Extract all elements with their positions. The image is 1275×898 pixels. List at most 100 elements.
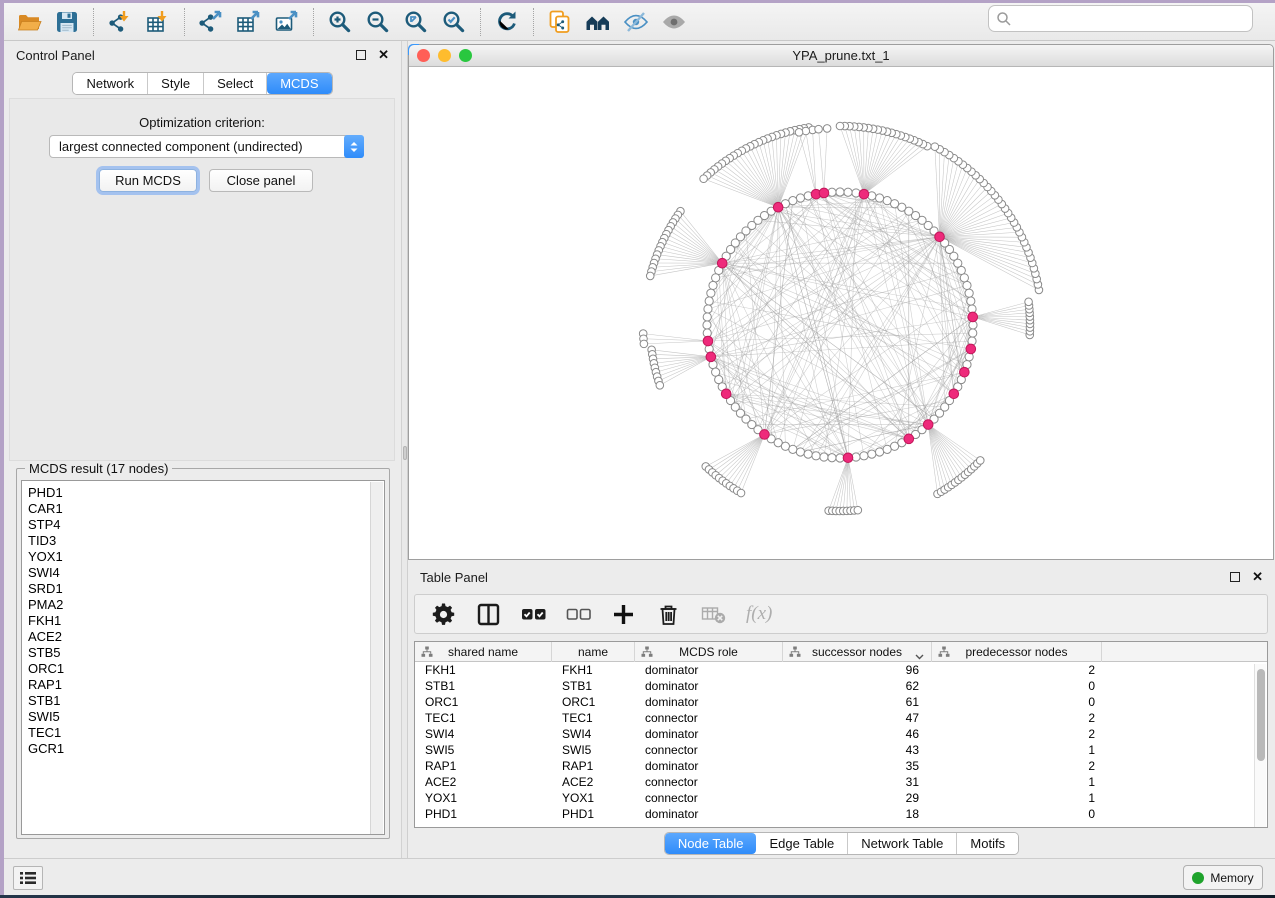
network-node[interactable] [854,506,862,514]
cell-predecessor-nodes[interactable]: 0 [932,694,1102,710]
table-row[interactable]: ORC1ORC1dominator610 [415,694,1267,710]
cell-predecessor-nodes[interactable]: 2 [932,662,1102,678]
cell-predecessor-nodes[interactable]: 2 [932,726,1102,742]
tab-motifs[interactable]: Motifs [957,833,1018,854]
table-row[interactable]: RAP1RAP1dominator352 [415,758,1267,774]
mcds-network-node[interactable] [904,434,914,444]
import-table-button[interactable] [139,6,177,38]
column-header-predecessor-nodes[interactable]: predecessor nodes [932,642,1102,662]
mcds-result-item[interactable]: TEC1 [22,725,384,741]
clone-network-button[interactable] [541,6,579,38]
tab-mcds[interactable]: MCDS [267,73,331,94]
export-network-button[interactable] [192,6,230,38]
mcds-result-item[interactable]: SWI5 [22,709,384,725]
mcds-network-node[interactable] [703,336,713,346]
delete-button[interactable] [656,599,681,629]
cell-shared-name[interactable]: FKH1 [415,662,552,678]
network-node[interactable] [883,197,891,205]
column-header-MCDS-role[interactable]: MCDS role [635,642,783,662]
network-node[interactable] [737,489,745,497]
mcds-result-item[interactable]: SWI4 [22,565,384,581]
mcds-network-node[interactable] [949,389,959,399]
mcds-network-node[interactable] [721,389,731,399]
cell-mcds-role[interactable]: dominator [635,758,783,774]
close-panel-button[interactable]: Close panel [209,169,313,192]
mcds-result-item[interactable]: ACE2 [22,629,384,645]
mcds-network-node[interactable] [968,312,978,322]
cell-successor-nodes[interactable]: 18 [783,806,932,822]
network-node[interactable] [836,122,844,130]
mcds-result-item[interactable]: STB1 [22,693,384,709]
cell-predecessor-nodes[interactable]: 0 [932,806,1102,822]
table-row[interactable]: FKH1FKH1dominator962 [415,662,1267,678]
save-button[interactable] [48,6,86,38]
cell-predecessor-nodes[interactable]: 2 [932,710,1102,726]
tab-network-table[interactable]: Network Table [848,833,957,854]
cell-successor-nodes[interactable]: 43 [783,742,932,758]
network-node[interactable] [789,445,797,453]
mcds-result-item[interactable]: PMA2 [22,597,384,613]
cell-successor-nodes[interactable]: 62 [783,678,932,694]
cell-successor-nodes[interactable]: 47 [783,710,932,726]
float-panel-icon[interactable] [356,50,366,60]
network-node[interactable] [844,188,852,196]
mcds-network-node[interactable] [773,202,783,212]
network-node[interactable] [967,297,975,305]
cell-mcds-role[interactable]: connector [635,790,783,806]
cell-successor-nodes[interactable]: 35 [783,758,932,774]
cell-successor-nodes[interactable]: 31 [783,774,932,790]
mcds-result-item[interactable]: FKH1 [22,613,384,629]
cell-name[interactable]: SWI4 [552,726,635,742]
tab-network[interactable]: Network [73,73,148,94]
cell-name[interactable]: SWI5 [552,742,635,758]
zoom-out-button[interactable] [359,6,397,38]
search-input[interactable] [1012,9,1252,29]
network-node[interactable] [804,450,812,458]
network-node[interactable] [828,454,836,462]
cell-mcds-role[interactable]: connector [635,710,783,726]
cell-name[interactable]: RAP1 [552,758,635,774]
cell-predecessor-nodes[interactable]: 2 [932,758,1102,774]
network-node[interactable] [704,305,712,313]
cell-mcds-role[interactable]: dominator [635,694,783,710]
result-list-scrollbar[interactable] [370,482,383,835]
table-row[interactable]: ACE2ACE2connector311 [415,774,1267,790]
table-scrollbar-thumb[interactable] [1257,669,1265,761]
cell-name[interactable]: ACE2 [552,774,635,790]
cell-name[interactable]: PHD1 [552,806,635,822]
network-node[interactable] [796,194,804,202]
network-node[interactable] [875,194,883,202]
network-node[interactable] [969,329,977,337]
zoom-selected-button[interactable] [435,6,473,38]
add-button[interactable] [611,599,636,629]
cell-shared-name[interactable]: ACE2 [415,774,552,790]
mcds-network-node[interactable] [760,430,770,440]
mcds-result-item[interactable]: SRD1 [22,581,384,597]
table-row[interactable]: SWI5SWI5connector431 [415,742,1267,758]
mcds-result-item[interactable]: RAP1 [22,677,384,693]
network-node[interactable] [1025,298,1033,306]
cell-name[interactable]: STB1 [552,678,635,694]
run-mcds-button[interactable]: Run MCDS [99,169,197,192]
cell-mcds-role[interactable]: dominator [635,806,783,822]
mcds-network-node[interactable] [935,232,945,242]
float-table-panel-icon[interactable] [1230,572,1240,582]
cell-mcds-role[interactable]: dominator [635,726,783,742]
cell-name[interactable]: TEC1 [552,710,635,726]
mcds-result-item[interactable]: STP4 [22,517,384,533]
mcds-result-item[interactable]: STB5 [22,645,384,661]
cell-predecessor-nodes[interactable]: 0 [932,678,1102,694]
network-node[interactable] [815,125,823,133]
cell-successor-nodes[interactable]: 96 [783,662,932,678]
import-network-button[interactable] [101,6,139,38]
refresh-button[interactable] [488,6,526,38]
columns-button[interactable] [476,599,501,629]
table-row[interactable]: PHD1PHD1dominator180 [415,806,1267,822]
network-node[interactable] [836,188,844,196]
mcds-network-node[interactable] [960,367,970,377]
network-node[interactable] [796,448,804,456]
network-node[interactable] [705,297,713,305]
network-node[interactable] [795,129,803,137]
cell-shared-name[interactable]: RAP1 [415,758,552,774]
mcds-result-item[interactable]: PHD1 [22,485,384,501]
